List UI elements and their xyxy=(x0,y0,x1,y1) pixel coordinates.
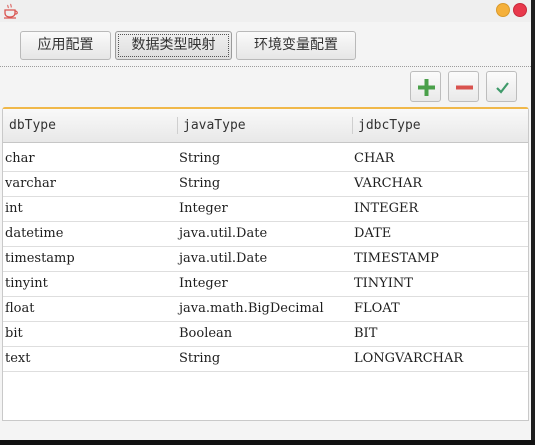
tab-divider xyxy=(0,66,531,67)
table-row[interactable]: timestamp java.util.Date TIMESTAMP xyxy=(3,247,528,272)
cell-javatype[interactable]: java.math.BigDecimal xyxy=(179,297,324,321)
desktop-background xyxy=(0,440,535,445)
cell-dbtype[interactable]: int xyxy=(5,197,23,221)
close-button[interactable] xyxy=(513,3,527,17)
cell-jdbctype[interactable]: VARCHAR xyxy=(354,172,422,196)
column-header-dbtype[interactable]: dbType xyxy=(3,109,177,142)
cell-jdbctype[interactable]: INTEGER xyxy=(354,197,418,221)
table-row[interactable]: bit Boolean BIT xyxy=(3,322,528,347)
tab-data-type-mapping[interactable]: 数据类型映射 xyxy=(115,31,232,60)
cell-jdbctype[interactable]: TIMESTAMP xyxy=(354,247,439,271)
table-row[interactable]: float java.math.BigDecimal FLOAT xyxy=(3,297,528,322)
tab-label: 数据类型映射 xyxy=(131,37,216,53)
cell-dbtype[interactable]: float xyxy=(5,297,34,321)
column-header-jdbctype[interactable]: jdbcType xyxy=(352,109,528,142)
table-body: char String CHAR varchar String VARCHAR … xyxy=(3,147,528,372)
cell-javatype[interactable]: String xyxy=(179,147,220,171)
cell-jdbctype[interactable]: FLOAT xyxy=(354,297,400,321)
cell-dbtype[interactable]: text xyxy=(5,347,30,371)
table-row[interactable]: datetime java.util.Date DATE xyxy=(3,222,528,247)
type-mapping-table: dbType javaType jdbcType char String CHA… xyxy=(2,107,529,421)
tab-app-config[interactable]: 应用配置 xyxy=(20,31,111,60)
cell-jdbctype[interactable]: DATE xyxy=(354,222,391,246)
table-row[interactable]: int Integer INTEGER xyxy=(3,197,528,222)
cell-jdbctype[interactable]: BIT xyxy=(354,322,377,346)
tab-bar: 应用配置 数据类型映射 环境变量配置 xyxy=(0,28,531,64)
save-button[interactable] xyxy=(486,71,517,102)
cell-javatype[interactable]: Boolean xyxy=(179,322,232,346)
cell-javatype[interactable]: Integer xyxy=(179,272,228,296)
table-row[interactable]: char String CHAR xyxy=(3,147,528,172)
cell-javatype[interactable]: java.util.Date xyxy=(179,247,267,271)
cell-jdbctype[interactable]: TINYINT xyxy=(354,272,413,296)
cell-javatype[interactable]: String xyxy=(179,172,220,196)
cell-dbtype[interactable]: timestamp xyxy=(5,247,75,271)
cell-javatype[interactable]: java.util.Date xyxy=(179,222,267,246)
add-row-button[interactable] xyxy=(410,71,441,102)
plus-icon xyxy=(418,79,435,96)
remove-row-button[interactable] xyxy=(448,71,479,102)
tab-env-vars[interactable]: 环境变量配置 xyxy=(236,31,356,60)
table-row[interactable]: varchar String VARCHAR xyxy=(3,172,528,197)
cell-javatype[interactable]: String xyxy=(179,347,220,371)
cell-javatype[interactable]: Integer xyxy=(179,197,228,221)
cell-jdbctype[interactable]: LONGVARCHAR xyxy=(354,347,463,371)
cell-dbtype[interactable]: bit xyxy=(5,322,23,346)
java-coffee-cup-icon xyxy=(4,3,18,19)
table-header: dbType javaType jdbcType xyxy=(3,109,528,143)
cell-dbtype[interactable]: tinyint xyxy=(5,272,48,296)
title-bar xyxy=(0,0,531,22)
cell-dbtype[interactable]: datetime xyxy=(5,222,63,246)
app-window: 应用配置 数据类型映射 环境变量配置 dbType javaType jdbcT… xyxy=(0,0,531,440)
table-row[interactable]: tinyint Integer TINYINT xyxy=(3,272,528,297)
table-row[interactable]: text String LONGVARCHAR xyxy=(3,347,528,372)
column-header-javatype[interactable]: javaType xyxy=(177,109,352,142)
cell-jdbctype[interactable]: CHAR xyxy=(354,147,394,171)
cell-dbtype[interactable]: varchar xyxy=(5,172,56,196)
cell-dbtype[interactable]: char xyxy=(5,147,35,171)
minimize-button[interactable] xyxy=(496,3,510,17)
check-icon xyxy=(496,82,509,94)
minus-icon xyxy=(456,85,473,90)
